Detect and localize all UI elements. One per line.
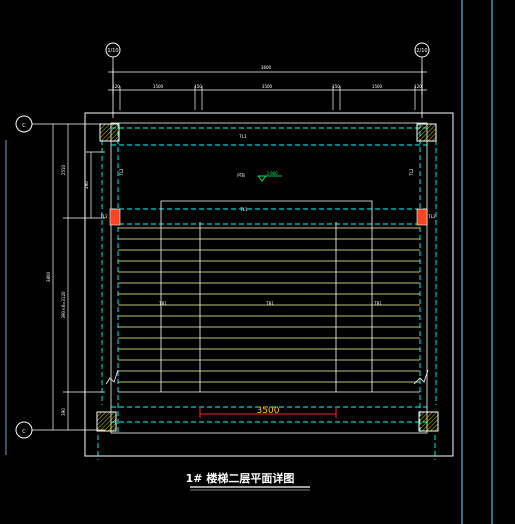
drawing-frame — [461, 0, 493, 524]
dim-bottom-flight: 3500 — [257, 406, 280, 416]
beam-tag-mid: TL1 — [239, 207, 248, 212]
axis-bubble-left-bottom: C — [15, 421, 105, 439]
flight-tag-left: TB1 — [158, 301, 167, 306]
column-top-right — [416, 123, 437, 142]
dim-top-seg-3: 150 — [194, 84, 202, 89]
dim-top-seg-6: 1500 — [372, 84, 383, 89]
column-top-left — [99, 123, 120, 142]
dim-top-seg-1: 120 — [112, 84, 120, 89]
column-mid-left — [109, 208, 121, 226]
axis-label-top-right: 2/10 — [416, 48, 427, 54]
beam-tag-top: TL1 — [238, 134, 247, 139]
stair-plan-drawing: 1/10 2/10 3600 120 1500 150 3500 150 150… — [5, 0, 493, 524]
column-bottom-left — [96, 411, 117, 432]
elevation-value: 3.900 — [266, 171, 278, 176]
col-tag-right: TL2 — [427, 214, 436, 219]
col-tag-upper-right: TL2 — [409, 168, 414, 177]
dim-top-seg-5: 150 — [332, 84, 340, 89]
axis-label-left-bottom: C — [22, 429, 26, 435]
column-mid-right — [416, 208, 428, 226]
dim-top-total: 3600 — [261, 65, 272, 70]
dim-left-bottom: 390 — [61, 408, 66, 416]
slab-tag: PTB — [237, 173, 245, 178]
dim-top-seg-7: 120 — [414, 84, 422, 89]
dim-top-seg-2: 1500 — [153, 84, 164, 89]
dim-left-upper: 2510 — [61, 164, 66, 175]
stair-wall-outline — [84, 112, 454, 457]
dim-left-total: 3800 — [46, 271, 51, 282]
drawing-title: 1# 楼梯二层平面详图 — [186, 471, 295, 485]
landing-outline — [160, 200, 373, 218]
stair-inner-outline — [110, 122, 428, 434]
axis-bubble-left-top: C — [15, 115, 105, 133]
top-dimension-lines — [108, 68, 427, 110]
title-underline — [190, 486, 310, 491]
flight-tag-right: TB1 — [373, 301, 382, 306]
dim-top-seg-4: 3500 — [262, 84, 273, 89]
axis-label-left-top: C — [22, 123, 26, 129]
elevation-marker: 3.900 — [257, 171, 282, 182]
flight-tag-mid: TB1 — [265, 301, 274, 306]
col-tag-left: TL2 — [99, 214, 108, 219]
axis-label-top-left: 1/10 — [107, 48, 118, 54]
col-tag-upper-left: TL2 — [119, 168, 124, 177]
column-bottom-right — [418, 411, 439, 432]
dim-left-flight: 390×8=3120 — [61, 291, 66, 319]
